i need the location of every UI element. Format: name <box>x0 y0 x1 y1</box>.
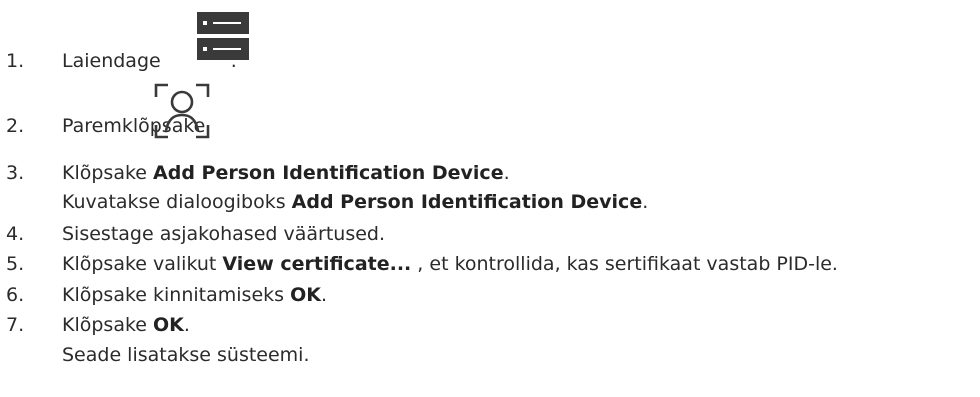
step-7: 7. Klõpsake OK. <box>0 312 980 338</box>
step-6: 6. Klõpsake kinnitamiseks OK. <box>0 282 980 308</box>
server-tree-icon <box>197 12 249 60</box>
step-text-bold: OK <box>290 284 321 306</box>
step-text-before: Klõpsake <box>62 162 154 184</box>
step-text: Klõpsake Add Person Identification Devic… <box>62 160 510 186</box>
step-3-result: Kuvatakse dialoogiboks Add Person Identi… <box>62 189 648 215</box>
result-text-after: . <box>642 191 649 213</box>
step-number: 5. <box>6 253 25 275</box>
step-number: 4. <box>6 223 25 245</box>
step-4: 4. Sisestage asjakohased väärtused. <box>0 221 980 247</box>
person-identification-icon <box>154 83 210 139</box>
result-text-before: Kuvatakse dialoogiboks <box>62 191 292 213</box>
step-text-after: , et kontrollida, kas sertifikaat vastab… <box>411 253 838 275</box>
step-text: Klõpsake valikut View certificate... , e… <box>62 251 838 277</box>
step-text-bold: View certificate... <box>222 253 412 275</box>
step-7-result: Seade lisatakse süsteemi. <box>62 344 310 366</box>
step-text-before: Laiendage <box>62 50 161 72</box>
step-text-bold: OK <box>153 314 184 336</box>
step-text-after: . <box>183 314 190 336</box>
step-text: Klõpsake OK. <box>62 312 190 338</box>
step-text-after: . <box>320 284 327 306</box>
step-1: 1. Laiendage. <box>0 48 980 74</box>
step-text: Sisestage asjakohased väärtused. <box>62 223 386 245</box>
step-3: 3. Klõpsake Add Person Identification De… <box>0 160 980 186</box>
step-text-before: Klõpsake valikut <box>62 253 223 275</box>
step-number: 2. <box>6 115 25 137</box>
step-number: 3. <box>6 162 25 184</box>
step-text-after: . <box>503 162 510 184</box>
step-number: 7. <box>6 314 25 336</box>
step-text-before: Klõpsake kinnitamiseks <box>62 284 291 306</box>
step-number: 1. <box>6 50 25 72</box>
result-text-bold: Add Person Identification Device <box>291 191 643 213</box>
step-number: 6. <box>6 284 25 306</box>
step-5: 5. Klõpsake valikut View certificate... … <box>0 251 980 277</box>
step-2: 2. Paremklõpsake <box>0 113 980 139</box>
step-text-before: Klõpsake <box>62 314 154 336</box>
step-text: Klõpsake kinnitamiseks OK. <box>62 282 327 308</box>
step-text-bold: Add Person Identification Device <box>153 162 504 184</box>
